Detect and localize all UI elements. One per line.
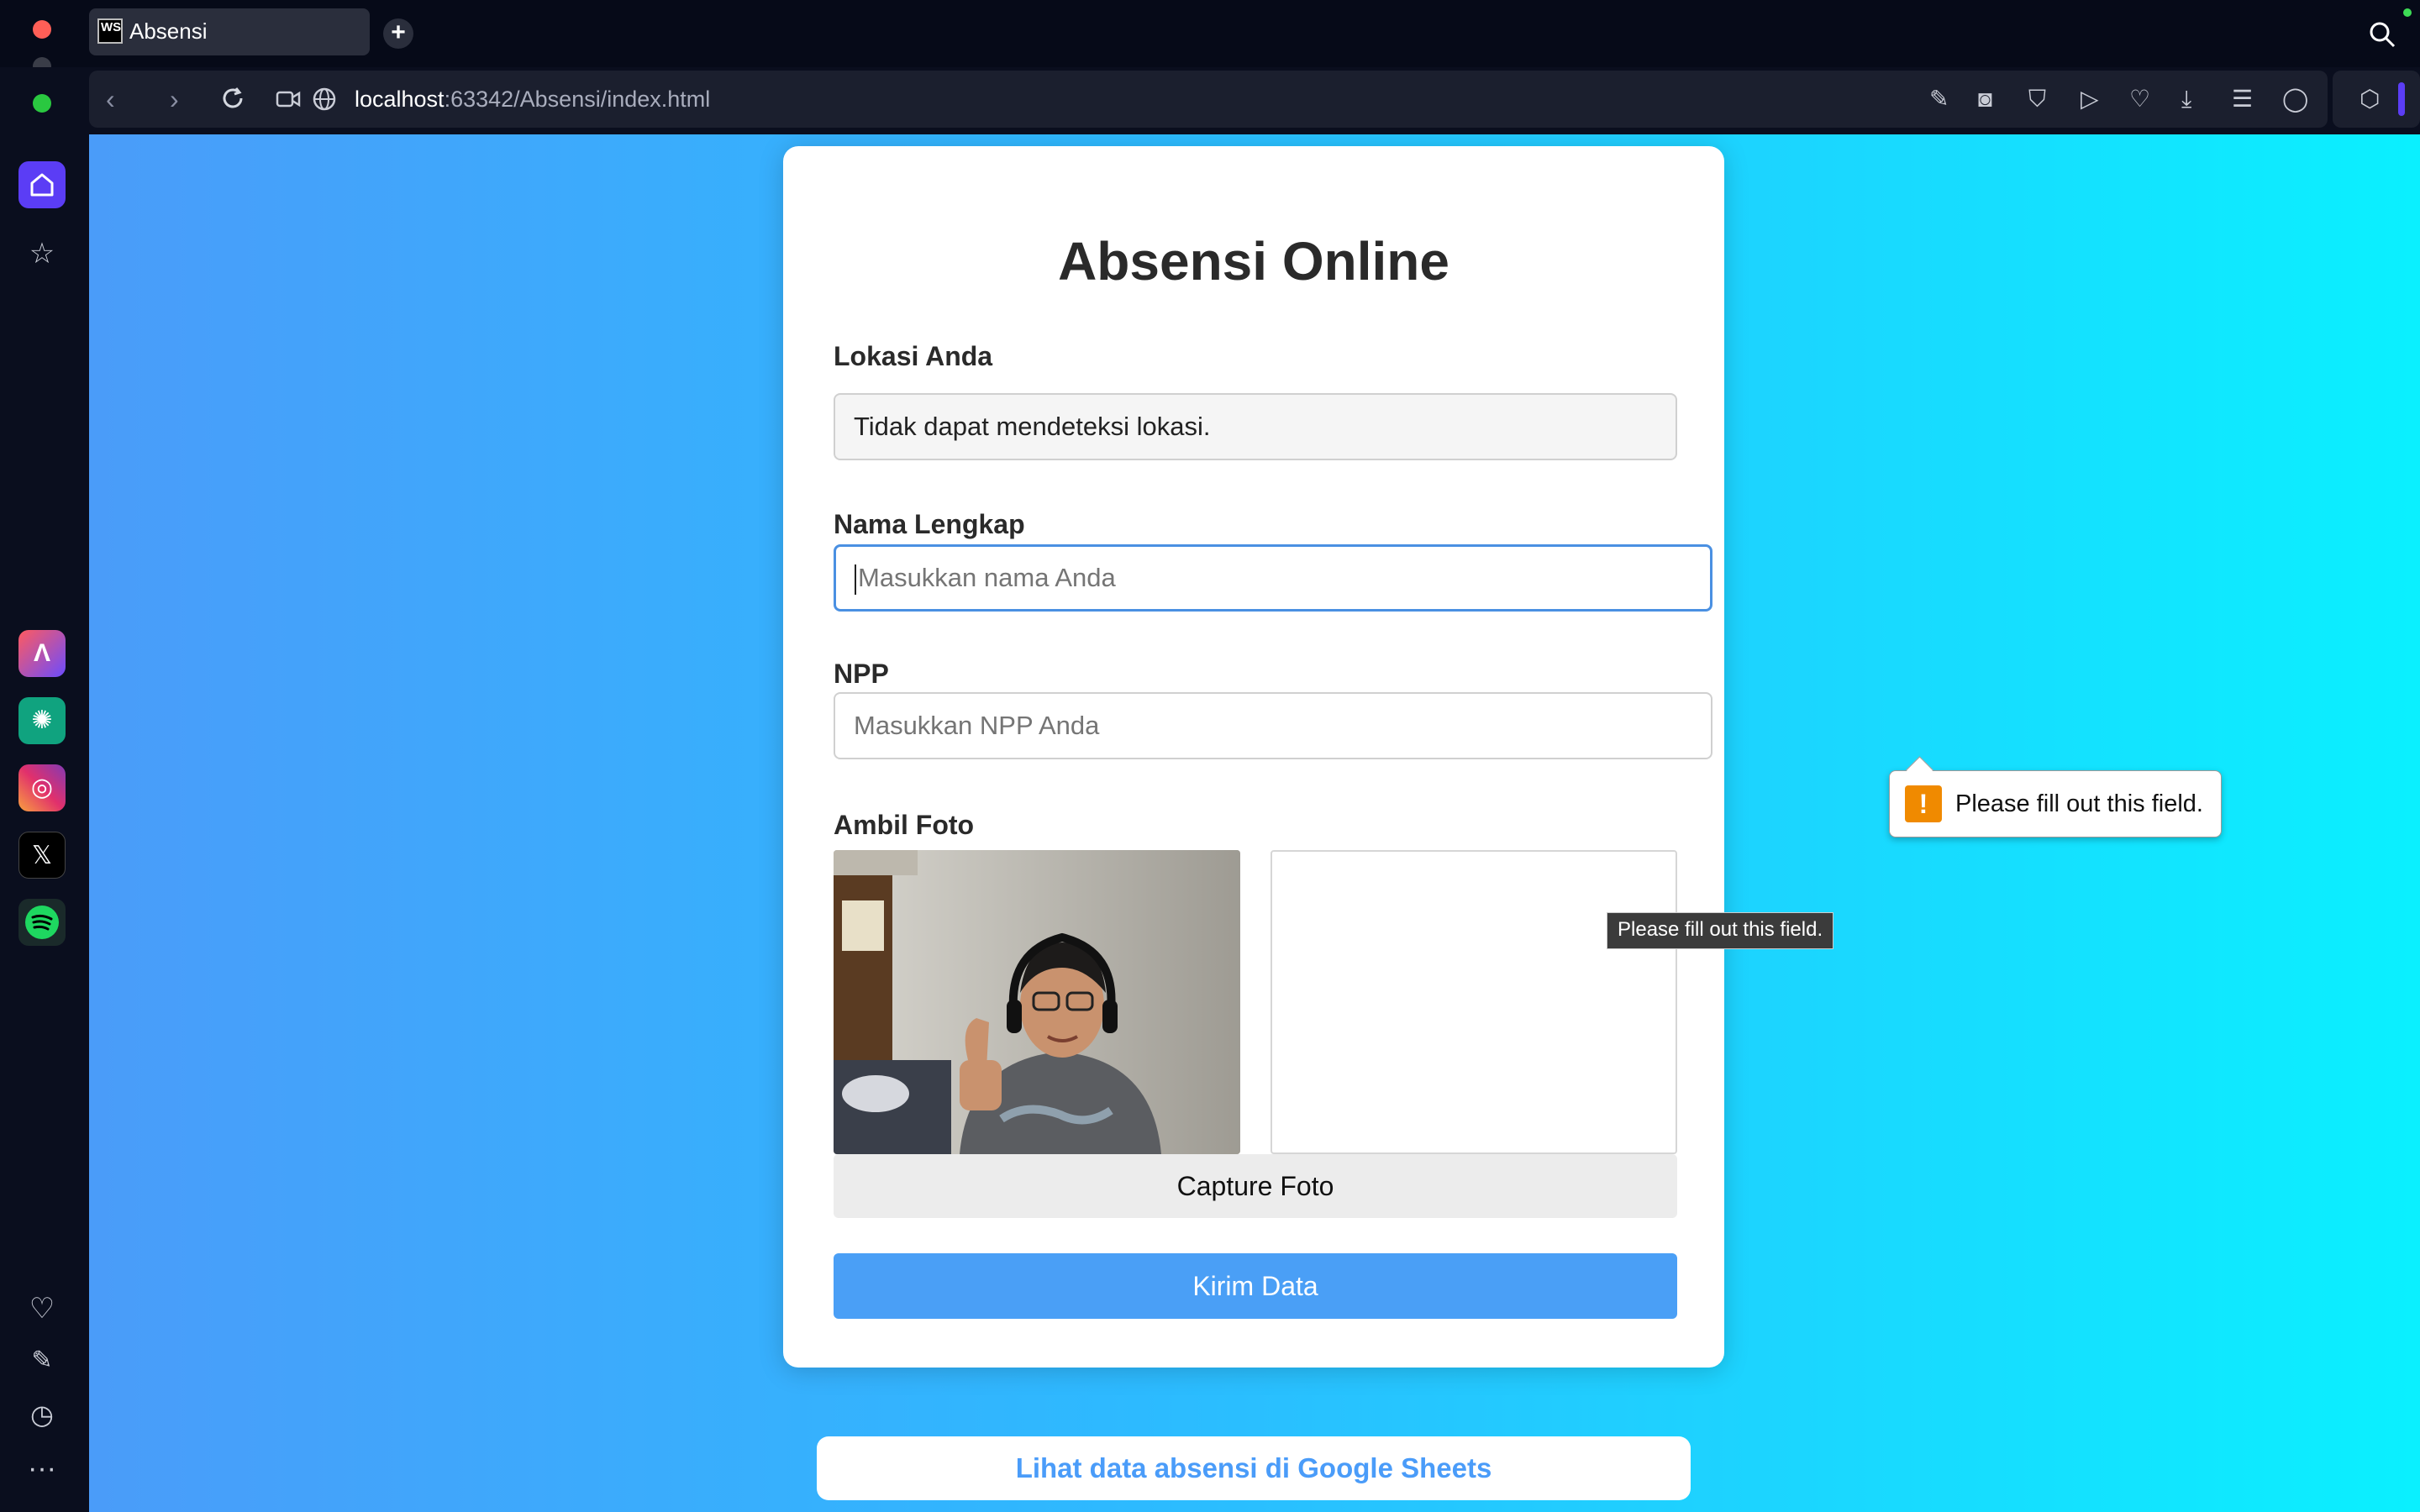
status-dot [2403,8,2412,17]
extensions-cube-icon[interactable]: ⬡ [2360,71,2380,128]
npp-input[interactable]: Masukkan NPP Anda [834,692,1712,759]
reload-icon[interactable] [220,86,245,115]
url-text[interactable]: localhost:63342/Absensi/index.html [355,71,710,128]
warning-icon: ! [1905,785,1942,822]
heart-icon[interactable]: ♡ [18,1285,66,1332]
attendance-form-card: Absensi Online Lokasi Anda Tidak dapat m… [783,146,2222,1368]
address-bar[interactable]: ‹ › localhost:63342/Absensi/index.html ✎… [89,71,2328,128]
captured-photo-canvas [1270,850,1677,1154]
npp-placeholder: Masukkan NPP Anda [854,711,1100,740]
maximize-window-button[interactable] [33,94,51,113]
edit-icon[interactable]: ✎ [18,1337,66,1384]
tab-title: Absensi [129,18,208,44]
web-page: Absensi Online Lokasi Anda Tidak dapat m… [89,134,2420,1512]
browser-tab[interactable]: WS Absensi [89,8,370,55]
star-icon[interactable]: ☆ [18,230,66,277]
name-input[interactable]: Masukkan nama Anda [834,544,1712,612]
extensions-area: ⬡ [2333,71,2420,128]
hover-tooltip: Please fill out this field. [1607,912,1834,949]
settings-sliders-icon[interactable]: ☰ [2232,71,2253,128]
photo-label: Ambil Foto [834,810,975,840]
new-tab-button[interactable]: + [383,18,413,49]
more-icon[interactable]: ··· [18,1445,66,1492]
page-title: Absensi Online [1058,231,1449,291]
browser-sidebar: ☆ Λ ✺ ◎ 𝕏 ♡ ✎ ◷ ··· [0,67,87,1512]
validation-bubble-text: Please fill out this field. [1955,790,2203,817]
send-icon[interactable]: ▷ [2081,71,2099,128]
name-placeholder: Masukkan nama Anda [858,563,1116,592]
shield-icon[interactable]: ⛉ [2028,71,2046,128]
url-host: localhost [355,87,445,112]
profile-icon[interactable]: ◯ [2282,71,2308,128]
screenshot-camera-icon[interactable]: ◙ [1978,71,1992,128]
text-caret [855,564,856,595]
url-path: :63342/Absensi/index.html [444,87,711,112]
back-icon[interactable]: ‹ [106,71,115,128]
chatgpt-icon[interactable]: ✺ [18,697,66,744]
browser-title-bar: WS Absensi + [0,0,2420,76]
validation-bubble-arrow [1906,756,1933,784]
google-sheets-link[interactable]: Lihat data absensi di Google Sheets [817,1436,1691,1500]
name-label: Nama Lengkap [834,509,1025,539]
download-icon[interactable]: ⤓ [2181,71,2191,128]
favorite-heart-icon[interactable]: ♡ [2129,71,2150,128]
instagram-icon[interactable]: ◎ [18,764,66,811]
x-twitter-icon[interactable]: 𝕏 [18,832,66,879]
forward-icon[interactable]: › [170,71,179,128]
validation-bubble: ! Please fill out this field. [1889,756,2222,837]
home-icon[interactable] [18,161,66,208]
sidebar-toggle-indicator[interactable] [2398,82,2405,116]
webcam-video [834,850,1240,1154]
camera-icon[interactable] [276,89,301,113]
location-label: Lokasi Anda [834,341,993,371]
history-clock-icon[interactable]: ◷ [18,1391,66,1438]
globe-icon [313,87,336,115]
close-window-button[interactable] [33,20,51,39]
search-tabs-icon[interactable] [2368,20,2396,56]
capture-photo-button[interactable]: Capture Foto [834,1154,1677,1218]
snapshot-edit-icon[interactable]: ✎ [1929,71,1949,128]
spotify-icon[interactable] [18,899,66,946]
webstorm-favicon-icon: WS [97,18,123,44]
aria-app-icon[interactable]: Λ [18,630,66,677]
location-field: Tidak dapat mendeteksi lokasi. [834,393,1677,460]
npp-label: NPP [834,659,889,689]
submit-button[interactable]: Kirim Data [834,1253,1677,1319]
